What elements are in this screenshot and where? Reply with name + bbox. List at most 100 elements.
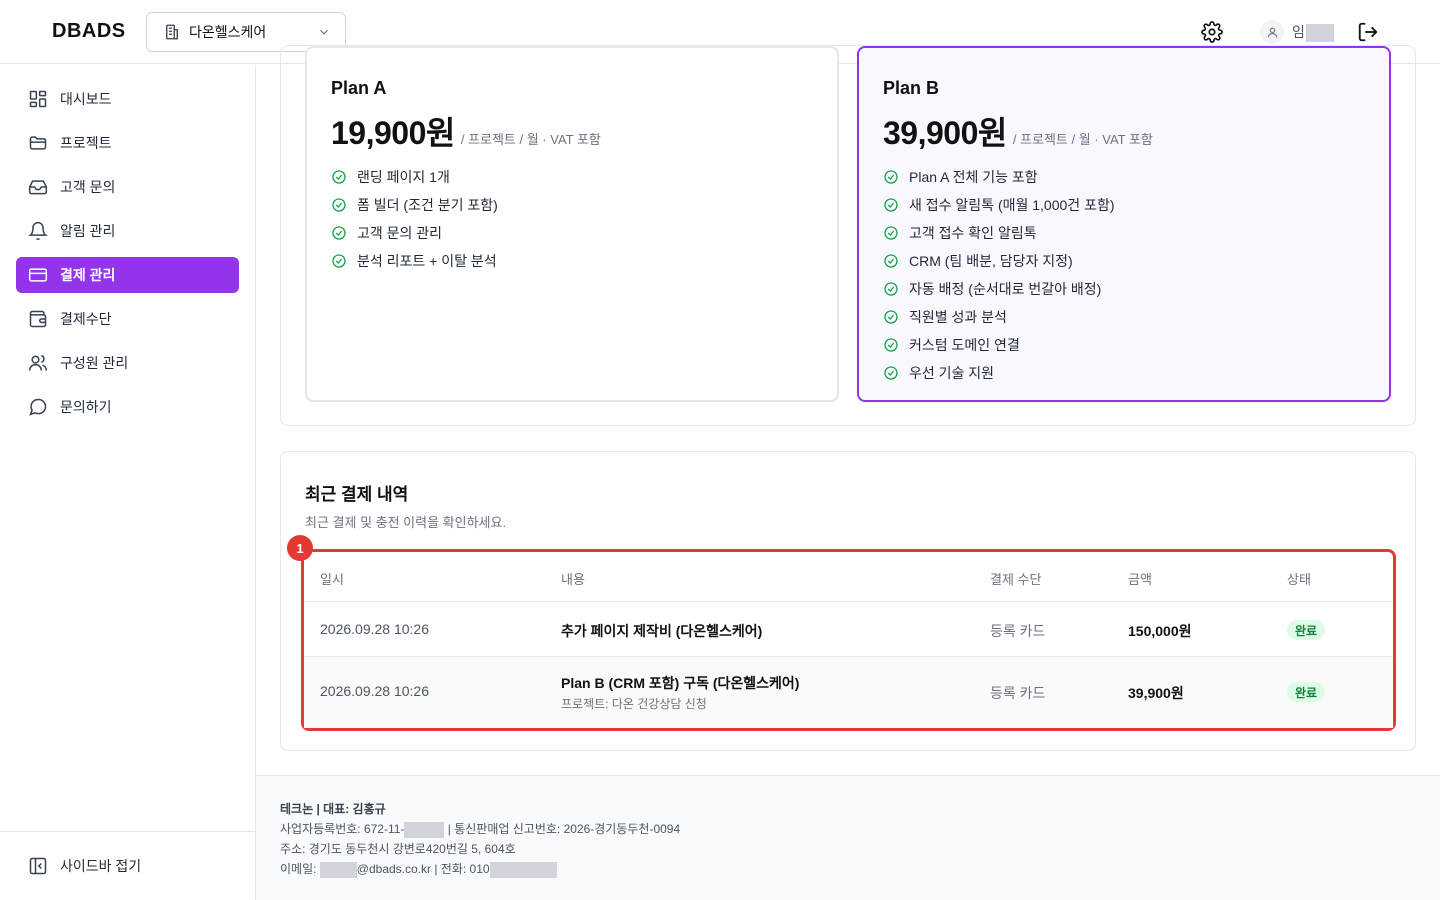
plan-feature-label: 새 접수 알림톡 (매월 1,000건 포함): [909, 197, 1115, 213]
sidebar-item-label: 문의하기: [60, 399, 112, 415]
plan-feature: 자동 배정 (순서대로 번갈아 배정): [883, 275, 1115, 303]
plan-feature-label: 고객 접수 확인 알림톡: [909, 225, 1037, 241]
cell-amount: 150,000원: [1128, 623, 1192, 639]
user-menu[interactable]: 임: [1260, 20, 1334, 44]
redacted-text: [489, 861, 557, 878]
check-circle-icon: [332, 170, 346, 184]
footer-biz-prefix: 사업자등록번호: 672-11-: [280, 822, 405, 836]
cell-description-sub: 프로젝트: 다온 건강상담 신청: [561, 697, 707, 711]
sidebar-item-label: 프로젝트: [60, 135, 112, 151]
check-circle-icon: [884, 170, 898, 184]
credit-card-icon: [28, 268, 48, 282]
sidebar-item-contact[interactable]: 문의하기: [16, 389, 239, 425]
sidebar-item-dashboard[interactable]: 대시보드: [16, 81, 239, 117]
sidebar-item-members[interactable]: 구성원 관리: [16, 345, 239, 381]
user-icon: [1267, 27, 1277, 37]
sidebar-item-label: 결제수단: [60, 311, 112, 327]
user-name-text: 임: [1292, 23, 1305, 40]
plan-feature: 고객 문의 관리: [331, 219, 498, 247]
cell-date: 2026.09.28 10:26: [320, 683, 429, 699]
plan-feature: 고객 접수 확인 알림톡: [883, 219, 1115, 247]
column-header-method: 결제 수단: [990, 572, 1042, 587]
check-circle-icon: [884, 282, 898, 296]
plan-price-amount: 19,900원: [331, 115, 455, 151]
plan-feature-label: Plan A 전체 기능 포함: [909, 169, 1038, 185]
dashboard-icon: [29, 90, 47, 108]
plan-feature: 폼 빌더 (조건 분기 포함): [331, 191, 498, 219]
table-row[interactable]: 2026.09.28 10:26 추가 페이지 제작비 (다온헬스케어) 등록 …: [304, 603, 1393, 657]
plan-feature-label: 직원별 성과 분석: [909, 309, 1007, 325]
footer-contact: 이메일: @dbads.co.kr | 전화: 010: [280, 860, 557, 878]
plan-price-amount: 39,900원: [883, 115, 1007, 151]
footer-email-suffix: @dbads.co.kr | 전화: 010: [356, 862, 490, 876]
check-circle-icon: [332, 198, 346, 212]
footer-biz-suffix: | 통신판매업 신고번호: 2026-경기동두천-0094: [444, 822, 681, 836]
section-title: 최근 결제 내역: [305, 485, 409, 504]
footer-company: 테크논 | 대표: 김홍규: [280, 802, 386, 816]
collapse-sidebar-label: 사이드바 접기: [60, 858, 142, 874]
plan-feature-label: 자동 배정 (순서대로 번갈아 배정): [909, 281, 1102, 297]
footer-business-info: 사업자등록번호: 672-11- | 통신판매업 신고번호: 2026-경기동두…: [280, 820, 680, 838]
plan-features: 랜딩 페이지 1개 폼 빌더 (조건 분기 포함) 고객 문의 관리 분석 리포…: [331, 163, 498, 275]
wallet-icon: [29, 310, 47, 328]
sidebar-collapse-icon: [29, 857, 47, 875]
plan-price: 39,900원 / 프로젝트 / 월 · VAT 포함: [883, 108, 1153, 154]
sidebar-item-projects[interactable]: 프로젝트: [16, 125, 239, 161]
plan-price-unit: / 프로젝트 / 월 · VAT 포함: [1012, 132, 1153, 147]
sidebar-item-label: 결제 관리: [60, 267, 116, 283]
plan-feature-label: 폼 빌더 (조건 분기 포함): [357, 197, 498, 213]
cell-amount: 39,900원: [1128, 685, 1184, 701]
check-circle-icon: [884, 338, 898, 352]
folder-icon: [29, 136, 47, 150]
check-circle-icon: [332, 254, 346, 268]
plan-feature: 커스텀 도메인 연결: [883, 331, 1115, 359]
project-select-label: 다온헬스케어: [189, 24, 267, 40]
sidebar-item-payment-methods[interactable]: 결제수단: [16, 301, 239, 337]
cell-description: 추가 페이지 제작비 (다온헬스케어): [561, 623, 763, 639]
plan-feature: 직원별 성과 분석: [883, 303, 1115, 331]
cell-date: 2026.09.28 10:26: [320, 621, 429, 637]
plan-card-a[interactable]: Plan A 19,900원 / 프로젝트 / 월 · VAT 포함 랜딩 페이…: [305, 46, 839, 402]
check-circle-icon: [884, 366, 898, 380]
check-circle-icon: [884, 310, 898, 324]
sidebar-item-inquiries[interactable]: 고객 문의: [16, 169, 239, 205]
plan-feature-label: 랜딩 페이지 1개: [357, 169, 450, 185]
plan-features: Plan A 전체 기능 포함 새 접수 알림톡 (매월 1,000건 포함) …: [883, 163, 1115, 387]
plan-name: Plan A: [331, 78, 387, 98]
redacted-text: [319, 861, 357, 878]
collapse-sidebar-button[interactable]: 사이드바 접기: [28, 856, 141, 876]
column-header-description: 내용: [561, 572, 585, 587]
check-circle-icon: [884, 226, 898, 240]
settings-gear-icon[interactable]: [1201, 21, 1223, 43]
user-name: 임: [1292, 22, 1334, 43]
main-content: Plan A 19,900원 / 프로젝트 / 월 · VAT 포함 랜딩 페이…: [256, 45, 1440, 900]
bell-icon: [28, 221, 48, 241]
logout-icon[interactable]: [1357, 21, 1379, 43]
plan-feature: 우선 기술 지원: [883, 359, 1115, 387]
message-icon: [29, 398, 47, 416]
plan-feature-label: 고객 문의 관리: [357, 225, 443, 241]
payment-history-table: 1 일시 내용 결제 수단 금액 상태 2026.09.28 10:26 추가 …: [287, 535, 1396, 731]
plan-feature-label: CRM (팀 배분, 담당자 지정): [909, 253, 1073, 269]
footer-email-prefix: 이메일:: [280, 862, 320, 876]
sidebar-item-label: 구성원 관리: [60, 355, 129, 371]
sidebar-item-billing[interactable]: 결제 관리: [16, 257, 239, 293]
redacted-name: [1305, 24, 1334, 43]
footer-address: 주소: 경기도 동두천시 강변로420번길 5, 604호: [280, 842, 516, 856]
check-circle-icon: [332, 226, 346, 240]
chevron-down-icon: [320, 29, 328, 35]
plan-card-b[interactable]: Plan B 39,900원 / 프로젝트 / 월 · VAT 포함 Plan …: [857, 46, 1391, 402]
sidebar-item-notifications[interactable]: 알림 관리: [16, 213, 239, 249]
plan-feature: 새 접수 알림톡 (매월 1,000건 포함): [883, 191, 1115, 219]
app-logo[interactable]: DBADS: [52, 20, 126, 43]
cell-description: Plan B (CRM 포함) 구독 (다온헬스케어): [561, 675, 800, 691]
plan-feature: CRM (팀 배분, 담당자 지정): [883, 247, 1115, 275]
inbox-icon: [28, 180, 48, 195]
page-footer: 테크논 | 대표: 김홍규 사업자등록번호: 672-11- | 통신판매업 신…: [256, 775, 1440, 900]
column-header-amount: 금액: [1128, 572, 1152, 587]
check-circle-icon: [884, 254, 898, 268]
plan-price-unit: / 프로젝트 / 월 · VAT 포함: [460, 132, 601, 147]
sidebar-item-label: 대시보드: [60, 91, 112, 107]
plan-feature: Plan A 전체 기능 포함: [883, 163, 1115, 191]
table-row[interactable]: 2026.09.28 10:26 Plan B (CRM 포함) 구독 (다온헬…: [304, 657, 1393, 728]
